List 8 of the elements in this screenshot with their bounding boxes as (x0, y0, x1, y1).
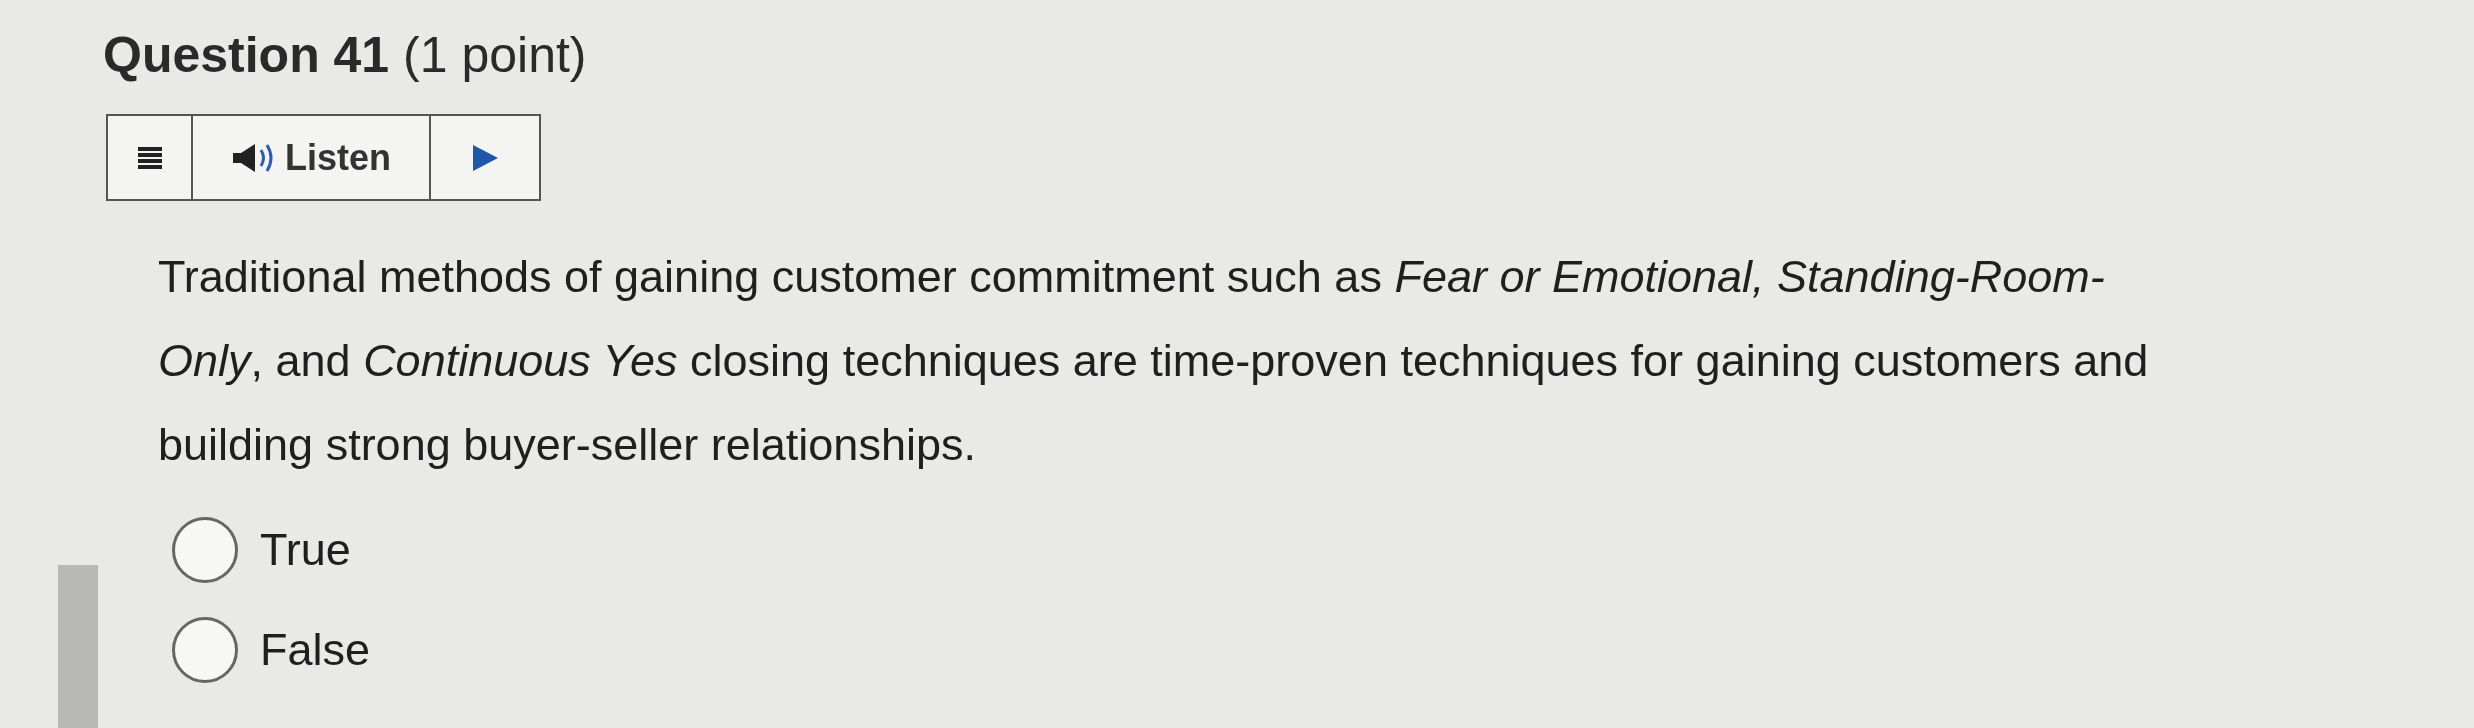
question-points: (1 point) (403, 27, 587, 83)
question-title: Question 41 (103, 27, 390, 83)
option-label: True (260, 524, 351, 576)
question-text: Traditional methods of gaining customer commitment such as Fear or Emotional, Standing-Room-Only, and Continuous Yes closing techniques are time-proven techniques for gaining customers and building strong buyer-seller relationships. (158, 250, 2150, 472)
listen-button[interactable]: Listen (193, 116, 431, 199)
play-icon (470, 142, 500, 173)
menu-icon (137, 146, 162, 169)
option-label: False (260, 624, 371, 676)
